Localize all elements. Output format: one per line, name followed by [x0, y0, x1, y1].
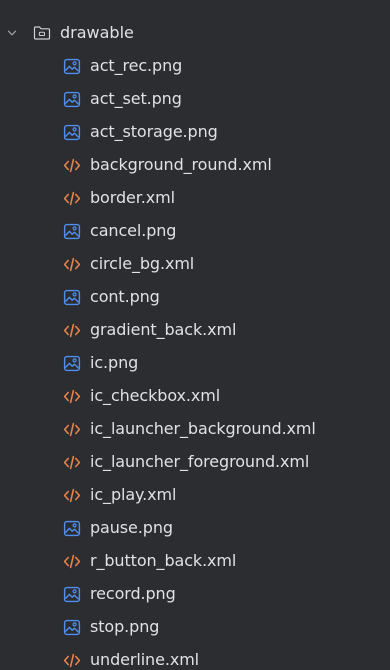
image-file-icon	[63, 223, 81, 240]
file-row[interactable]: cont.png	[0, 281, 390, 314]
image-file-icon	[63, 91, 81, 108]
file-name: ic_launcher_background.xml	[90, 419, 316, 438]
xml-file-icon	[63, 322, 81, 339]
chevron-down-icon[interactable]	[6, 27, 18, 39]
file-name: ic_launcher_foreground.xml	[90, 452, 310, 471]
file-row[interactable]: ic.png	[0, 347, 390, 380]
file-row[interactable]: border.xml	[0, 182, 390, 215]
image-file-icon	[63, 289, 81, 306]
file-name: stop.png	[90, 617, 160, 636]
xml-file-icon	[63, 256, 81, 273]
folder-name: drawable	[60, 23, 134, 42]
file-name: gradient_back.xml	[90, 320, 237, 339]
file-row[interactable]: act_rec.png	[0, 50, 390, 83]
file-name: ic.png	[90, 353, 139, 372]
file-row[interactable]: gradient_back.xml	[0, 314, 390, 347]
image-file-icon	[63, 619, 81, 636]
image-file-icon	[63, 520, 81, 537]
project-tree-panel: drawable act_rec.png act_set.png act_stora…	[0, 0, 390, 670]
file-row[interactable]: circle_bg.xml	[0, 248, 390, 281]
xml-file-icon	[63, 454, 81, 471]
file-row[interactable]: pause.png	[0, 512, 390, 545]
xml-file-icon	[63, 421, 81, 438]
file-name: act_set.png	[90, 89, 182, 108]
file-name: pause.png	[90, 518, 173, 537]
file-row[interactable]: stop.png	[0, 611, 390, 644]
image-file-icon	[63, 355, 81, 372]
file-row[interactable]: record.png	[0, 578, 390, 611]
file-name: cancel.png	[90, 221, 177, 240]
file-row[interactable]: background_round.xml	[0, 149, 390, 182]
xml-file-icon	[63, 553, 81, 570]
file-name: underline.xml	[90, 650, 200, 669]
xml-file-icon	[63, 487, 81, 504]
folder-icon	[33, 26, 51, 40]
file-row[interactable]: underline.xml	[0, 644, 390, 670]
image-file-icon	[63, 58, 81, 75]
xml-file-icon	[63, 652, 81, 669]
file-name: ic_checkbox.xml	[90, 386, 221, 405]
file-name: act_storage.png	[90, 122, 218, 141]
xml-file-icon	[63, 388, 81, 405]
file-name: act_rec.png	[90, 56, 183, 75]
file-name: background_round.xml	[90, 155, 272, 174]
file-row[interactable]: ic_launcher_background.xml	[0, 413, 390, 446]
file-row[interactable]: cancel.png	[0, 215, 390, 248]
file-row[interactable]: ic_play.xml	[0, 479, 390, 512]
file-row[interactable]: act_set.png	[0, 83, 390, 116]
file-row[interactable]: r_button_back.xml	[0, 545, 390, 578]
file-name: ic_play.xml	[90, 485, 177, 504]
image-file-icon	[63, 124, 81, 141]
file-row[interactable]: act_storage.png	[0, 116, 390, 149]
file-name: border.xml	[90, 188, 175, 207]
image-file-icon	[63, 586, 81, 603]
file-name: r_button_back.xml	[90, 551, 237, 570]
file-name: circle_bg.xml	[90, 254, 195, 273]
file-name: record.png	[90, 584, 176, 603]
file-row[interactable]: ic_launcher_foreground.xml	[0, 446, 390, 479]
folder-row-drawable[interactable]: drawable	[0, 17, 390, 50]
file-row[interactable]: ic_checkbox.xml	[0, 380, 390, 413]
file-name: cont.png	[90, 287, 160, 306]
xml-file-icon	[63, 157, 81, 174]
xml-file-icon	[63, 190, 81, 207]
